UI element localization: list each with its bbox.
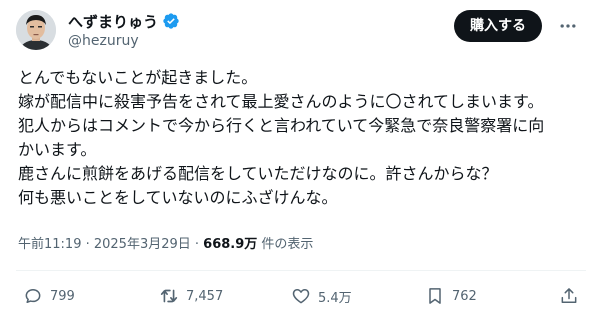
repost-count: 7,457 [186, 288, 224, 304]
share-upload-icon [558, 285, 580, 307]
post-text-line: とんでもないことが起きました。 [18, 68, 258, 87]
author-block: へずまりゅう @hezuruy [68, 10, 180, 49]
divider [16, 270, 586, 271]
avatar-image [16, 10, 56, 50]
buy-button[interactable]: 購入する [454, 10, 542, 42]
meta-separator: · [190, 237, 204, 252]
post-text-line: 犯人からはコメントで今から行くと言われていて今緊急で奈良警察署に向 [18, 116, 545, 135]
share-button[interactable] [558, 282, 580, 310]
post-header: へずまりゅう @hezuruy 購入する [16, 10, 586, 54]
like-button[interactable]: 5.4万 [290, 282, 352, 310]
avatar[interactable] [16, 10, 56, 50]
heart-icon [290, 285, 312, 307]
bookmark-icon [424, 285, 446, 307]
author-display-name[interactable]: へずまりゅう [68, 11, 158, 32]
post-text: とんでもないことが起きました。 嫁が配信中に殺害予告をされて最上愛さんのように〇… [18, 66, 588, 210]
more-dots-icon[interactable] [554, 12, 582, 40]
repost-arrows-icon [158, 285, 180, 307]
author-handle[interactable]: @hezuruy [68, 33, 180, 49]
reply-count: 799 [50, 288, 75, 304]
bookmark-count: 762 [452, 288, 477, 304]
post-text-line: 何も悪いことをしていないのにふざけんな。 [18, 188, 338, 207]
name-row: へずまりゅう [68, 10, 180, 32]
verified-badge-icon[interactable] [162, 12, 180, 30]
post-meta: 午前11:19 · 2025年3月29日 · 668.9万 件の表示 [18, 233, 313, 252]
views-label: 件の表示 [257, 237, 314, 252]
post-card: へずまりゅう @hezuruy 購入する とんでもないことが起きました。 嫁が配… [0, 0, 602, 321]
repost-button[interactable]: 7,457 [158, 282, 223, 310]
views-count[interactable]: 668.9万 [203, 237, 257, 252]
like-count: 5.4万 [318, 290, 352, 306]
bookmark-button[interactable]: 762 [424, 282, 477, 310]
post-timestamp[interactable]: 午前11:19 · 2025年3月29日 [18, 237, 191, 252]
post-text-line: かいます。 [18, 140, 97, 159]
reply-button[interactable]: 799 [22, 282, 75, 310]
post-text-line: 鹿さんに煎餅をあげる配信をしていただけなのに。許さんからな？ [18, 164, 498, 183]
reply-bubble-icon [22, 285, 44, 307]
post-text-line: 嫁が配信中に殺害予告をされて最上愛さんのように〇されてしまいます。 [18, 92, 544, 111]
action-bar: 799 7,457 5.4万 762 [0, 282, 602, 310]
